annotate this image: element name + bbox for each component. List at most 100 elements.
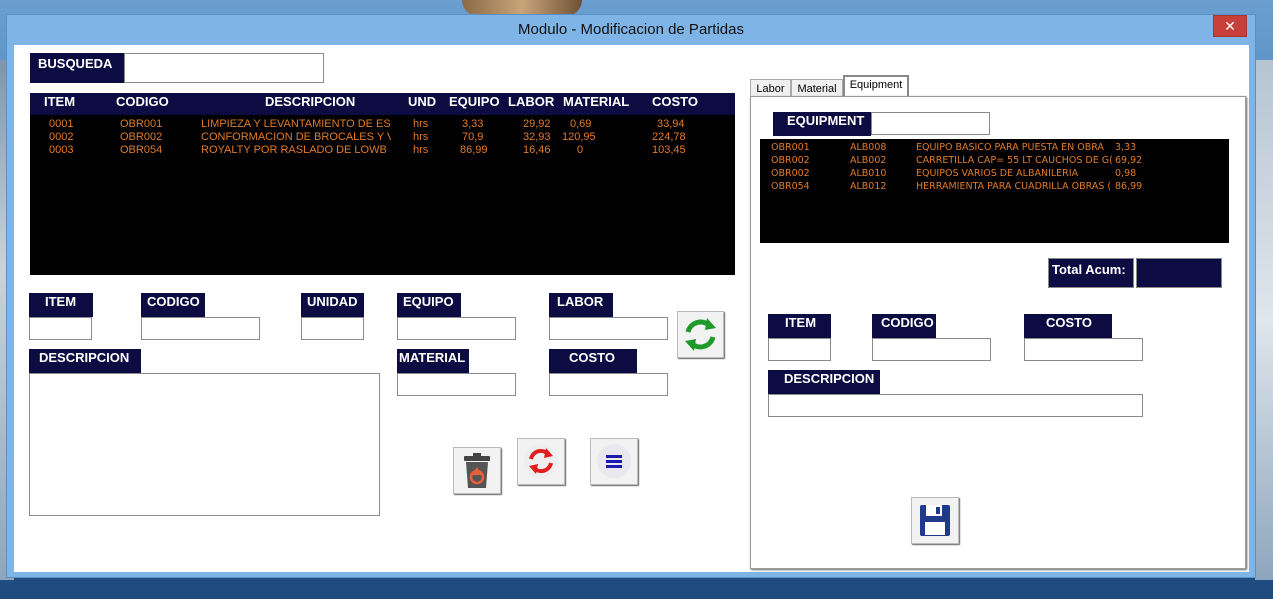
cell-material: 0,69 — [570, 118, 592, 130]
col-header-codigo: CODIGO — [116, 94, 169, 109]
partidas-grid-header: ITEM CODIGO DESCRIPCION UND EQUIPO LABOR… — [30, 93, 735, 115]
cell-equipo: 70,9 — [462, 131, 484, 143]
cell-costo: 224,78 — [652, 131, 686, 143]
save-button[interactable] — [911, 497, 959, 544]
cell-costo: 3,33 — [1115, 142, 1137, 153]
col-header-item: ITEM — [44, 94, 76, 109]
tab-material[interactable]: Material — [791, 79, 843, 97]
unidad-label: UNIDAD — [301, 293, 364, 317]
cell-descripcion: EQUIPO BASICO PARA PUESTA EN OBRA — [916, 142, 1104, 153]
cell-costo: 103,45 — [652, 144, 686, 156]
cell-descripcion: LIMPIEZA Y LEVANTAMIENTO DE ES( — [201, 118, 391, 130]
costo-input[interactable] — [549, 373, 668, 396]
cell-codigo: ALB008 — [850, 142, 887, 153]
total-acum-label: Total Acum: — [1048, 258, 1134, 288]
cell-costo: 69,92 — [1115, 155, 1143, 166]
item-input[interactable] — [29, 317, 92, 340]
cell-material: 120,95 — [562, 131, 596, 143]
equip-costo-input[interactable] — [1024, 338, 1143, 361]
app-window: Modulo - Modificacion de Partidas ✕ BUSQ… — [6, 14, 1256, 578]
cell-obra: OBR002 — [771, 155, 810, 166]
busqueda-label: BUSQUEDA — [30, 53, 124, 83]
equip-descripcion-label: DESCRIPCION — [768, 370, 880, 394]
codigo-input[interactable] — [141, 317, 260, 340]
cell-costo: 86,99 — [1115, 181, 1143, 192]
busqueda-input[interactable] — [124, 53, 324, 83]
cell-codigo: ALB010 — [850, 168, 887, 179]
equipo-input[interactable] — [397, 317, 516, 340]
refresh-arrows-icon — [685, 318, 716, 351]
cell-costo: 0,98 — [1115, 168, 1137, 179]
window-client-area: BUSQUEDA ITEM CODIGO DESCRIPCION UND EQU… — [14, 45, 1249, 572]
tab-strip: Labor Material Equipment — [750, 75, 1246, 97]
cell-item: 0002 — [49, 131, 74, 143]
equipment-search-input[interactable] — [871, 112, 990, 135]
title-bar[interactable]: Modulo - Modificacion de Partidas ✕ — [7, 15, 1255, 45]
labor-input[interactable] — [549, 317, 668, 340]
codigo-label: CODIGO — [141, 293, 205, 317]
delete-button[interactable] — [453, 447, 501, 494]
equip-codigo-label: CODIGO — [872, 314, 936, 338]
equip-costo-label: COSTO — [1024, 314, 1112, 338]
cell-descripcion: HERRAMIENTA PARA CUADRILLA OBRAS ( — [916, 181, 1112, 192]
cell-item: 0003 — [49, 144, 74, 156]
floppy-disk-icon — [920, 505, 950, 536]
cell-labor: 29,92 — [523, 118, 551, 130]
total-acum-value — [1136, 258, 1222, 288]
cell-codigo: OBR001 — [120, 118, 163, 130]
reload-button[interactable] — [517, 438, 565, 485]
equipo-label: EQUIPO — [397, 293, 461, 317]
equip-descripcion-input[interactable] — [768, 394, 1143, 417]
cell-und: hrs — [413, 144, 429, 156]
unidad-input[interactable] — [301, 317, 364, 340]
cell-descripcion: ROYALTY POR RASLADO DE LOWB — [201, 144, 387, 156]
recycle-bin-icon — [464, 453, 490, 488]
list-item[interactable]: OBR001 ALB008 EQUIPO BASICO PARA PUESTA … — [760, 142, 1229, 155]
cell-codigo: ALB012 — [850, 181, 887, 192]
cell-equipo: 86,99 — [460, 144, 488, 156]
list-item[interactable]: OBR002 ALB010 EQUIPOS VARIOS DE ALBAÑILE… — [760, 168, 1229, 181]
cell-obra: OBR054 — [771, 181, 810, 192]
table-row[interactable]: 0002 OBR002 CONFORMACION DE BROCALES Y V… — [30, 131, 735, 144]
tab-equipment[interactable]: Equipment — [843, 75, 909, 97]
item-label: ITEM — [29, 293, 93, 317]
refresh-button[interactable] — [677, 311, 724, 358]
cell-material: 0 — [577, 144, 584, 156]
col-header-und: UND — [408, 94, 437, 109]
cell-descripcion: EQUIPOS VARIOS DE ALBAÑILERIA — [916, 168, 1079, 179]
partidas-grid[interactable]: ITEM CODIGO DESCRIPCION UND EQUIPO LABOR… — [30, 93, 735, 275]
cell-und: hrs — [413, 131, 429, 143]
col-header-equipo: EQUIPO — [449, 94, 500, 109]
cell-codigo: OBR002 — [120, 131, 163, 143]
costo-label: COSTO — [549, 349, 637, 373]
cell-labor: 32,93 — [523, 131, 551, 143]
labor-label: LABOR — [549, 293, 613, 317]
cell-codigo: ALB002 — [850, 155, 887, 166]
col-header-labor: LABOR — [508, 94, 555, 109]
table-row[interactable]: 0001 OBR001 LIMPIEZA Y LEVANTAMIENTO DE … — [30, 118, 735, 131]
cell-labor: 16,46 — [523, 144, 551, 156]
cell-costo: 33,94 — [657, 118, 685, 130]
equip-item-input[interactable] — [768, 338, 831, 361]
table-row[interactable]: 0003 OBR054 ROYALTY POR RASLADO DE LOWB … — [30, 144, 735, 157]
list-item[interactable]: OBR054 ALB012 HERRAMIENTA PARA CUADRILLA… — [760, 181, 1229, 194]
reload-icon — [524, 444, 558, 478]
list-item[interactable]: OBR002 ALB002 CARRETILLA CAP= 55 LT CAUC… — [760, 155, 1229, 168]
menu-button[interactable] — [590, 438, 638, 485]
col-header-material: MATERIAL — [563, 94, 630, 109]
col-header-costo: COSTO — [652, 94, 698, 109]
cell-codigo: OBR054 — [120, 144, 163, 156]
close-button[interactable]: ✕ — [1213, 15, 1247, 37]
equipment-panel: EQUIPMENT OBR001 ALB008 EQUIPO BASICO PA… — [750, 96, 1246, 569]
menu-icon — [597, 444, 631, 478]
material-input[interactable] — [397, 373, 516, 396]
window-title: Modulo - Modificacion de Partidas — [518, 21, 744, 38]
tab-labor[interactable]: Labor — [750, 79, 791, 97]
equip-codigo-input[interactable] — [872, 338, 991, 361]
cell-obra: OBR002 — [771, 168, 810, 179]
cell-item: 0001 — [49, 118, 74, 130]
equipment-grid[interactable]: OBR001 ALB008 EQUIPO BASICO PARA PUESTA … — [760, 139, 1229, 243]
descripcion-textarea[interactable] — [29, 373, 380, 516]
col-header-descripcion: DESCRIPCION — [265, 94, 356, 109]
equipment-label: EQUIPMENT — [773, 112, 871, 136]
